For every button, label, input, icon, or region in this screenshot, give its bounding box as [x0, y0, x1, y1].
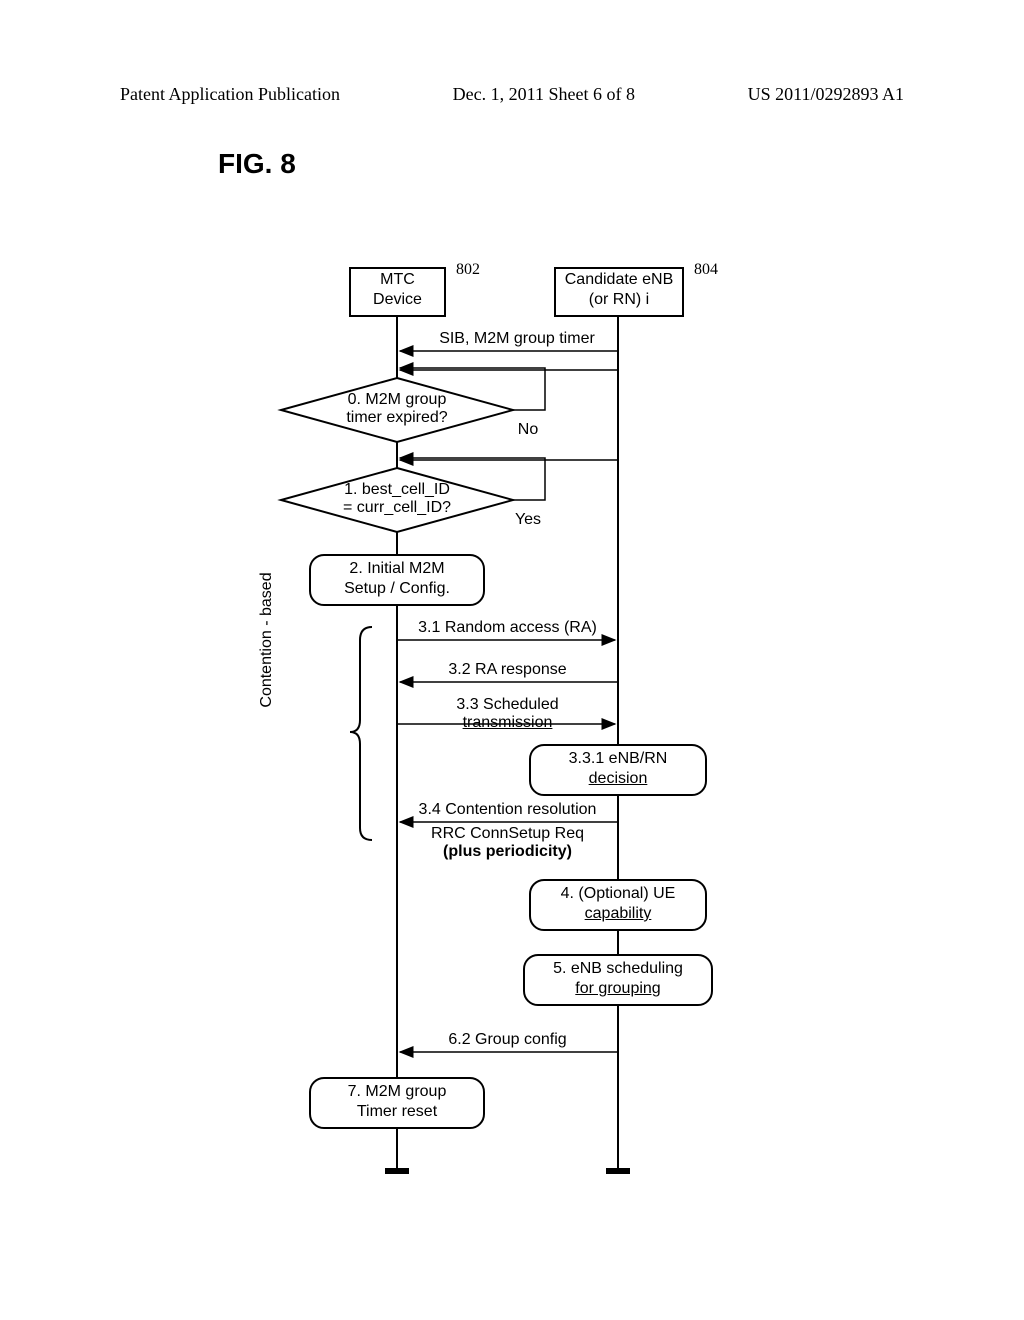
d0-l1: 0. M2M group: [320, 391, 474, 409]
msg-32: 3.2 RA response: [400, 661, 615, 679]
msg-31: 3.1 Random access (RA): [400, 619, 615, 637]
s5-l2: for grouping: [524, 980, 712, 998]
d1-l1: 1. best_cell_ID: [320, 481, 474, 499]
mtc-num: 802: [448, 261, 488, 279]
s4-l2: capability: [530, 905, 706, 923]
s331-l1: 3.3.1 eNB/RN: [530, 750, 706, 768]
s331-l2: decision: [530, 770, 706, 788]
msg-33b: transmission: [400, 714, 615, 732]
mtc-device-label1: MTC: [350, 271, 445, 289]
s7-l2: Timer reset: [310, 1103, 484, 1121]
enb-label2: (or RN) i: [555, 291, 683, 309]
d1-l2: = curr_cell_ID?: [320, 499, 474, 517]
s7-l1: 7. M2M group: [310, 1083, 484, 1101]
sequence-diagram: [0, 0, 1024, 1320]
msg-33a: 3.3 Scheduled: [400, 696, 615, 714]
mtc-device-label2: Device: [350, 291, 445, 309]
s2-l1: 2. Initial M2M: [310, 560, 484, 578]
enb-num: 804: [686, 261, 726, 279]
s5-l1: 5. eNB scheduling: [524, 960, 712, 978]
msg-34: 3.4 Contention resolution: [400, 801, 615, 819]
enb-label1: Candidate eNB: [555, 271, 683, 289]
brace-label: Contention - based: [258, 560, 276, 720]
s4-l1: 4. (Optional) UE: [530, 885, 706, 903]
msg-rrc2: (plus periodicity): [400, 843, 615, 861]
d1-out: Yes: [508, 511, 548, 529]
d0-l2: timer expired?: [320, 409, 474, 427]
d0-out: No: [508, 421, 548, 439]
msg-sib: SIB, M2M group timer: [418, 330, 616, 348]
msg-62: 6.2 Group config: [400, 1031, 615, 1049]
s2-l2: Setup / Config.: [310, 580, 484, 598]
msg-rrc1: RRC ConnSetup Req: [400, 825, 615, 843]
